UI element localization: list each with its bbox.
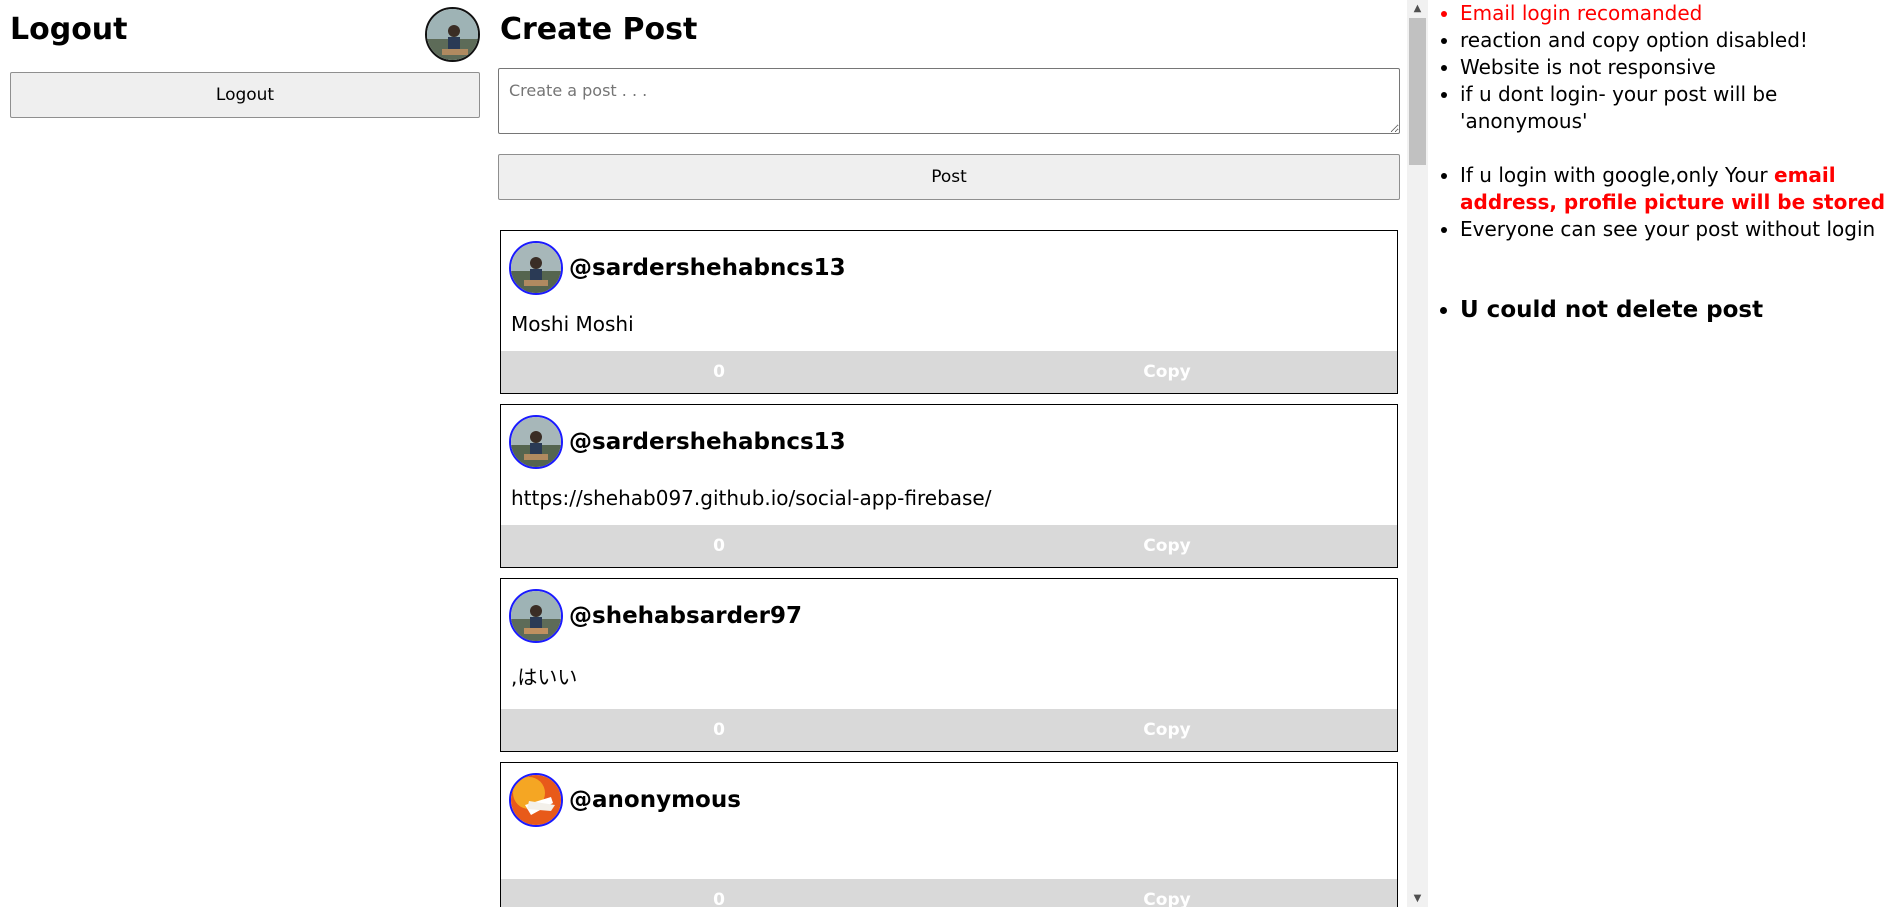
note-google-login: If u login with google,only Your email a… bbox=[1460, 162, 1897, 216]
post-actions: 0 Copy bbox=[501, 879, 1397, 907]
notes-list: Email login recomanded reaction and copy… bbox=[1432, 0, 1897, 324]
post-header: @sardershehabncs13 bbox=[501, 405, 1397, 471]
post-username[interactable]: @sardershehabncs13 bbox=[569, 255, 846, 281]
note-google-login-text: If u login with google,only Your bbox=[1460, 163, 1774, 187]
user-photo-icon bbox=[511, 243, 561, 293]
post-actions: 0 Copy bbox=[501, 525, 1397, 567]
post-content: https://shehab097.github.io/social-app-f… bbox=[511, 486, 992, 510]
scroll-down-icon[interactable]: ▼ bbox=[1407, 890, 1428, 907]
post-feed: @sardershehabncs13 Moshi Moshi 0 Copy @s… bbox=[500, 230, 1398, 907]
user-avatar[interactable] bbox=[425, 7, 480, 62]
post-avatar[interactable] bbox=[509, 773, 563, 827]
post-card: @anonymous 0 Copy bbox=[500, 762, 1398, 907]
logout-heading: Logout bbox=[10, 12, 128, 47]
copy-button[interactable]: Copy bbox=[937, 525, 1397, 567]
post-username[interactable]: @sardershehabncs13 bbox=[569, 429, 846, 455]
user-photo-icon bbox=[511, 591, 561, 641]
post-card: @sardershehabncs13 https://shehab097.git… bbox=[500, 404, 1398, 568]
note-disabled-options: reaction and copy option disabled! bbox=[1460, 27, 1897, 54]
post-avatar[interactable] bbox=[509, 241, 563, 295]
post-content: ,はいい bbox=[511, 665, 578, 689]
note-no-delete: U could not delete post bbox=[1460, 297, 1897, 324]
post-button[interactable]: Post bbox=[498, 154, 1400, 200]
post-actions: 0 Copy bbox=[501, 709, 1397, 751]
reaction-button[interactable]: 0 bbox=[501, 525, 937, 567]
user-photo-icon bbox=[427, 9, 478, 60]
anonymous-avatar-icon bbox=[511, 775, 561, 825]
create-post-heading: Create Post bbox=[500, 12, 698, 47]
left-panel: Logout Logout bbox=[0, 0, 485, 907]
notes-panel: Email login recomanded reaction and copy… bbox=[1432, 0, 1897, 324]
post-avatar[interactable] bbox=[509, 589, 563, 643]
post-username[interactable]: @anonymous bbox=[569, 787, 741, 813]
note-not-responsive: Website is not responsive bbox=[1460, 54, 1897, 81]
reaction-button[interactable]: 0 bbox=[501, 879, 937, 907]
post-username[interactable]: @shehabsarder97 bbox=[569, 603, 802, 629]
post-header: @shehabsarder97 bbox=[501, 579, 1397, 645]
post-input[interactable] bbox=[498, 68, 1400, 134]
user-photo-icon bbox=[511, 417, 561, 467]
note-public-posts: Everyone can see your post without login bbox=[1460, 216, 1897, 243]
post-actions: 0 Copy bbox=[501, 351, 1397, 393]
note-email-login: Email login recomanded bbox=[1460, 0, 1897, 27]
copy-button[interactable]: Copy bbox=[937, 879, 1397, 907]
post-content bbox=[501, 829, 1397, 879]
post-card: @shehabsarder97 ,はいい 0 Copy bbox=[500, 578, 1398, 752]
main-panel: Create Post Post @sardershehabncs13 Mosh… bbox=[498, 0, 1400, 907]
post-card: @sardershehabncs13 Moshi Moshi 0 Copy bbox=[500, 230, 1398, 394]
logout-button[interactable]: Logout bbox=[10, 72, 480, 118]
post-avatar[interactable] bbox=[509, 415, 563, 469]
reaction-button[interactable]: 0 bbox=[501, 351, 937, 393]
scroll-thumb[interactable] bbox=[1409, 18, 1426, 165]
note-anonymous: if u dont login- your post will be 'anon… bbox=[1460, 81, 1897, 135]
post-header: @sardershehabncs13 bbox=[501, 231, 1397, 297]
copy-button[interactable]: Copy bbox=[937, 351, 1397, 393]
scroll-up-icon[interactable]: ▲ bbox=[1407, 0, 1428, 17]
copy-button[interactable]: Copy bbox=[937, 709, 1397, 751]
main-scrollbar[interactable]: ▲ ▼ bbox=[1407, 0, 1428, 907]
post-content: Moshi Moshi bbox=[511, 312, 634, 336]
post-header: @anonymous bbox=[501, 763, 1397, 829]
reaction-button[interactable]: 0 bbox=[501, 709, 937, 751]
